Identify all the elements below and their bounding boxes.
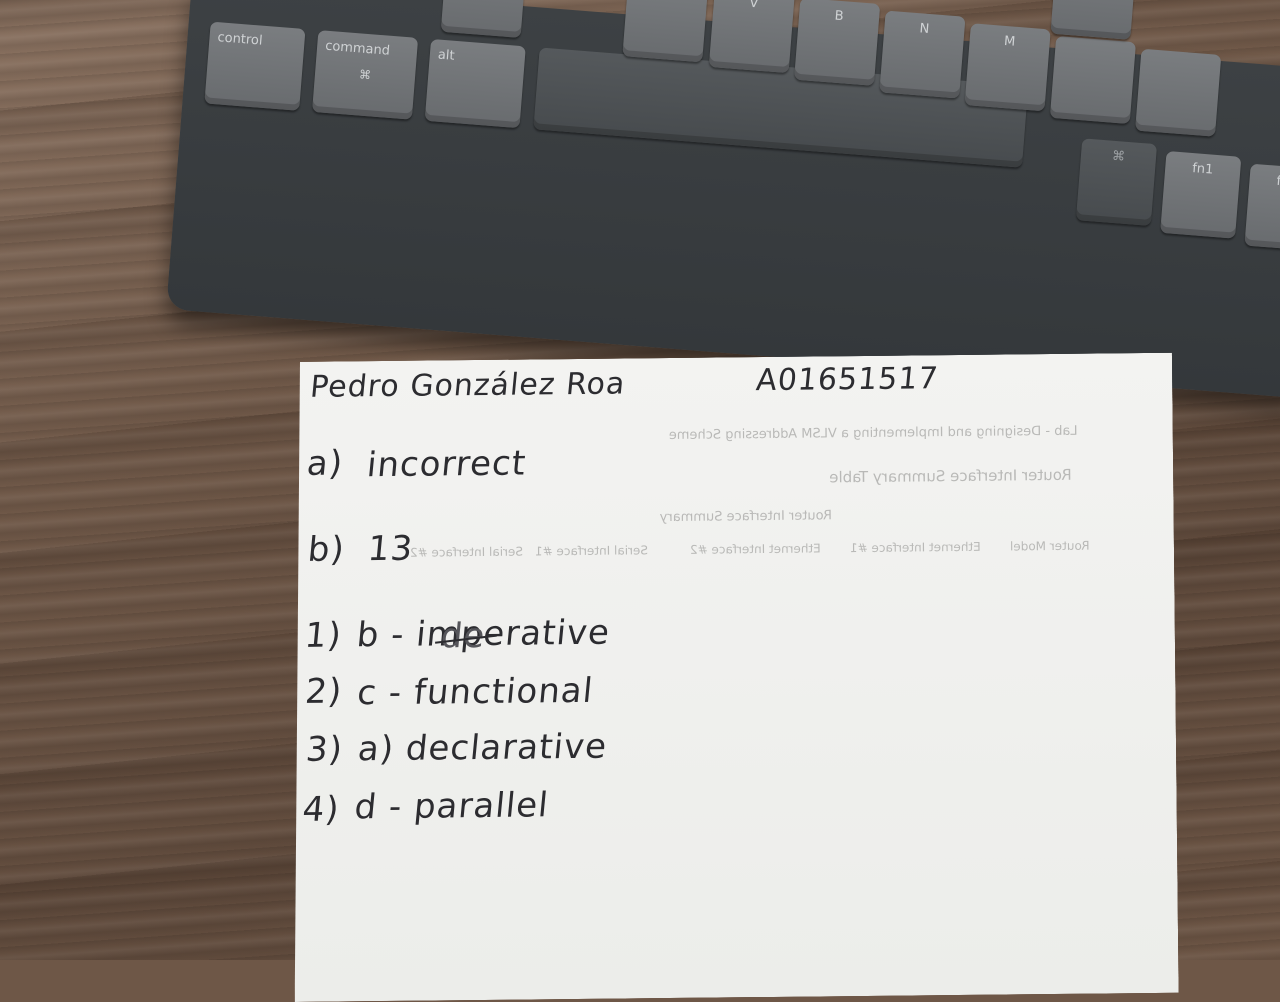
answer-text: c - functional (355, 670, 596, 714)
answer-label: a) (305, 443, 346, 484)
bleed-through-col-header: Ethernet Interface #2 (689, 541, 821, 557)
handwritten-answer-sheet: Lab - Designing and Implementing a VLSM … (288, 353, 1179, 1002)
bleed-through-col-header: Serial Interface #2 (409, 544, 524, 560)
key-alt: alt (424, 38, 526, 129)
bleed-through-lab-title: Lab - Designing and Implementing a VLSM … (668, 423, 1078, 444)
student-id: A01651517 (754, 361, 941, 399)
key-l: L (1050, 0, 1137, 40)
bleed-through-table-title: Router Interface Summary Table (829, 465, 1072, 487)
bleed-through-col-header: Ethernet Interface #1 (849, 539, 981, 556)
bleed-through-col-header: Serial Interface #1 (534, 543, 649, 559)
key-v: V (708, 0, 795, 74)
key-label: V (748, 0, 759, 12)
key-command: command ⌘ (312, 30, 419, 120)
answer-text: incorrect (365, 443, 529, 486)
answer-text: a) declarative (356, 726, 609, 770)
answer-label: b) (306, 529, 347, 570)
student-name: Pedro González Roa (308, 366, 628, 405)
key-fn2: fn2 (1244, 163, 1280, 252)
key-label: fn1 (1191, 161, 1214, 178)
key-label: N (918, 21, 930, 37)
key-label: command (324, 38, 391, 59)
bleed-through-table-caption: Router Interface Summary (659, 508, 833, 526)
answer-text: 13 (366, 528, 416, 570)
key-command-right: ⌘ (1075, 138, 1158, 226)
key-label: B (834, 8, 845, 25)
key-x (440, 0, 527, 38)
key-m: M (964, 23, 1051, 112)
key-n: N (879, 10, 966, 99)
key-label: C (627, 0, 708, 3)
key-label: control (216, 30, 264, 49)
key-period (1135, 48, 1222, 137)
key-comma (1049, 35, 1137, 125)
key-label: M (1003, 33, 1016, 50)
key-c: C (622, 0, 709, 63)
key-control: control (204, 21, 306, 111)
command-symbol-icon: ⌘ (1111, 148, 1126, 165)
bleed-through-col-header: Router Model (1009, 538, 1090, 554)
answer-label: 3) (304, 729, 345, 770)
answer-label: 4) (300, 789, 342, 830)
key-b: B (794, 0, 881, 86)
answer-label: 2) (303, 671, 345, 712)
key-label: fn2 (1275, 173, 1280, 191)
command-symbol-icon: ⌘ (358, 67, 372, 83)
key-fn1: fn1 (1160, 150, 1242, 239)
answer-label: 1) (302, 615, 344, 656)
answer-text: d - parallel (352, 785, 551, 828)
key-label: alt (437, 47, 456, 64)
